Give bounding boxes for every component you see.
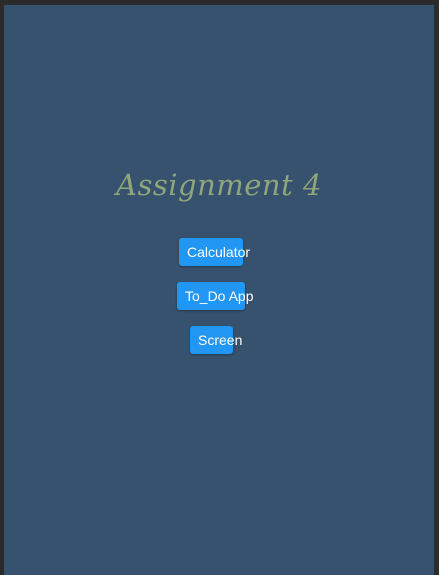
calculator-button[interactable]: Calculator <box>179 238 250 266</box>
page-title: Assignment 4 <box>116 168 322 202</box>
window-frame: Assignment 4 Calculator To_Do App Screen <box>0 0 439 575</box>
screen-button[interactable]: Screen <box>190 326 242 354</box>
todo-app-button[interactable]: To_Do App <box>177 282 254 310</box>
app-screen: Assignment 4 Calculator To_Do App Screen <box>4 5 434 575</box>
